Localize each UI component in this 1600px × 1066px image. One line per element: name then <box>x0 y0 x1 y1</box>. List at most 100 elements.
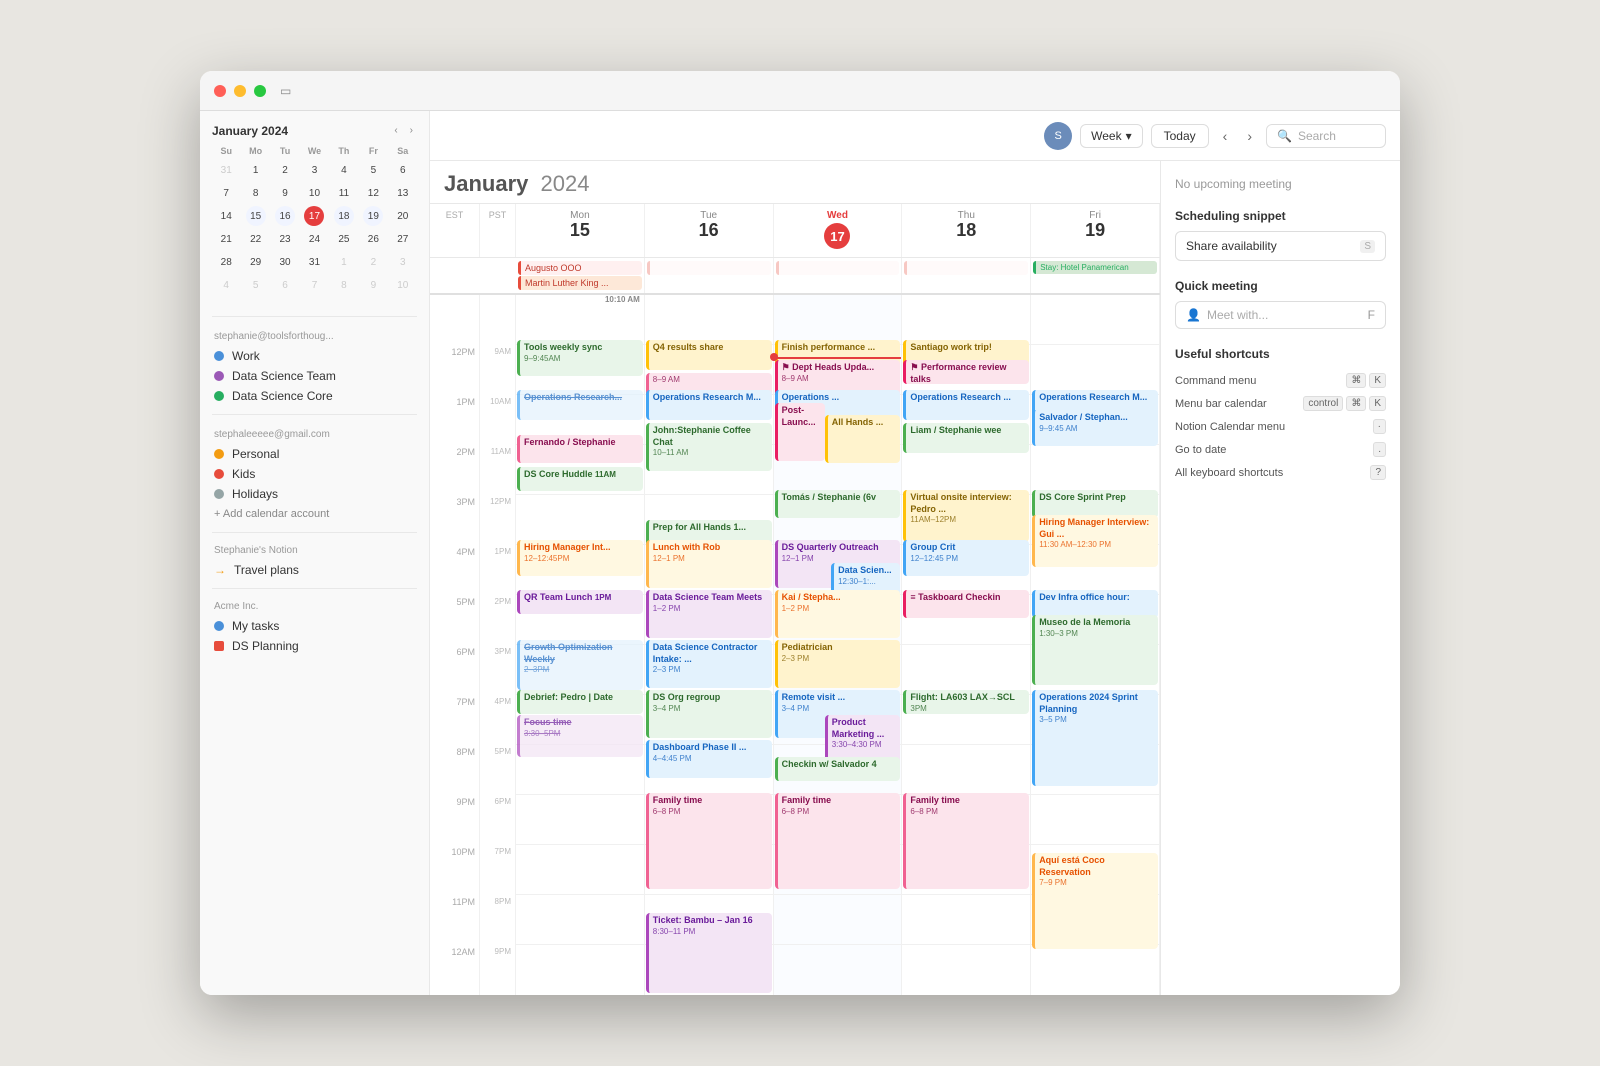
dev-infra-office[interactable]: Dev Infra office hour: <box>1032 590 1158 618</box>
calendar-work[interactable]: Work <box>200 346 429 366</box>
operations-research-mon[interactable]: Operations Research... <box>517 390 643 420</box>
growth-optimization[interactable]: Growth Optimization Weekly 2–3PM <box>517 640 643 690</box>
all-hands[interactable]: All Hands ... <box>825 415 901 463</box>
day-feb8[interactable]: 8 <box>334 275 354 295</box>
checkin-salvador[interactable]: Checkin w/ Salvador 4 <box>775 757 901 781</box>
ticket-bambu[interactable]: Ticket: Bambu – Jan 16 8:30–11 PM <box>646 913 772 993</box>
day-feb10[interactable]: 10 <box>393 275 413 295</box>
taskboard-checkin[interactable]: ≡ Taskboard Checkin <box>903 590 1029 618</box>
group-crit[interactable]: Group Crit 12–12:45 PM <box>903 540 1029 576</box>
calendar-ds-planning[interactable]: DS Planning <box>200 636 429 656</box>
tomas-stephanie[interactable]: Tomás / Stephanie (6v <box>775 490 901 518</box>
day-29[interactable]: 29 <box>246 252 266 272</box>
operations-research-tue[interactable]: Operations Research M... <box>646 390 772 420</box>
day-feb4[interactable]: 4 <box>216 275 236 295</box>
kai-stephanie[interactable]: Kai / Stepha... 1–2 PM <box>775 590 901 638</box>
day-24[interactable]: 24 <box>304 229 324 249</box>
liam-stephanie-wee[interactable]: Liam / Stephanie wee <box>903 423 1029 453</box>
day-20[interactable]: 20 <box>393 206 413 226</box>
augusto-ooo-thu[interactable] <box>904 261 1028 275</box>
day-15[interactable]: 15 <box>246 206 266 226</box>
day-11[interactable]: 11 <box>334 183 354 203</box>
today-button[interactable]: Today <box>1151 124 1209 148</box>
day-16[interactable]: 16 <box>275 206 295 226</box>
day-feb7[interactable]: 7 <box>304 275 324 295</box>
qr-team-lunch[interactable]: QR Team Lunch 1PM <box>517 590 643 614</box>
calendar-my-tasks[interactable]: My tasks <box>200 616 429 636</box>
family-time-tue[interactable]: Family time 6–8 PM <box>646 793 772 889</box>
day-23[interactable]: 23 <box>275 229 295 249</box>
maximize-icon[interactable] <box>254 85 266 97</box>
share-availability-button[interactable]: Share availability S <box>1175 231 1386 261</box>
calendar-holidays[interactable]: Holidays <box>200 484 429 504</box>
tools-weekly-sync[interactable]: Tools weekly sync 9–9:45AM <box>517 340 643 376</box>
day-13[interactable]: 13 <box>393 183 413 203</box>
next-week-button[interactable]: › <box>1241 124 1258 148</box>
day-18[interactable]: 18 <box>334 206 354 226</box>
family-time-thu[interactable]: Family time 6–8 PM <box>903 793 1029 889</box>
ds-team-meets[interactable]: Data Science Team Meets 1–2 PM <box>646 590 772 638</box>
day-28[interactable]: 28 <box>216 252 236 272</box>
hotel-event[interactable]: Stay: Hotel Panamerican <box>1033 261 1157 274</box>
operations-research-thu[interactable]: Operations Research ... <box>903 390 1029 420</box>
debrief-pedro[interactable]: Debrief: Pedro | Date <box>517 690 643 714</box>
sidebar-toggle-icon[interactable]: ▭ <box>280 84 291 98</box>
day-2[interactable]: 2 <box>275 160 295 180</box>
flight-la603[interactable]: Flight: LA603 LAX→SCL 3PM <box>903 690 1029 714</box>
augusto-ooo-tue[interactable] <box>647 261 771 275</box>
augusto-ooo-event[interactable]: Augusto OOO <box>518 261 642 275</box>
q4-results-share[interactable]: Q4 results share <box>646 340 772 370</box>
ds-contractor-intake[interactable]: Data Science Contractor Intake: ... 2–3 … <box>646 640 772 688</box>
day-6[interactable]: 6 <box>393 160 413 180</box>
wed-header-today[interactable]: Wed 17 <box>774 204 903 257</box>
day-12[interactable]: 12 <box>363 183 383 203</box>
day-8[interactable]: 8 <box>246 183 266 203</box>
ds-org-regroup[interactable]: DS Org regroup 3–4 PM <box>646 690 772 738</box>
notion-travel-plans[interactable]: → Travel plans <box>200 560 429 580</box>
john-stephanie-coffee[interactable]: John:Stephanie Coffee Chat 10–11 AM <box>646 423 772 471</box>
day-9[interactable]: 9 <box>275 183 295 203</box>
performance-review-talks[interactable]: ⚑ Performance review talks <box>903 360 1029 384</box>
museo-de-la-memoria[interactable]: Museo de la Memoria 1:30–3 PM <box>1032 615 1158 685</box>
fernando-stephanie[interactable]: Fernando / Stephanie <box>517 435 643 463</box>
day-27[interactable]: 27 <box>393 229 413 249</box>
mon-header[interactable]: Mon 15 <box>516 204 645 257</box>
calendar-personal[interactable]: Personal <box>200 444 429 464</box>
pediatrician[interactable]: Pediatrician 2–3 PM <box>775 640 901 688</box>
day-3[interactable]: 3 <box>304 160 324 180</box>
calendar-ds-core[interactable]: Data Science Core <box>200 386 429 406</box>
day-4[interactable]: 4 <box>334 160 354 180</box>
meet-with-input[interactable]: 👤 Meet with... F <box>1175 301 1386 329</box>
day-5[interactable]: 5 <box>363 160 383 180</box>
minimize-icon[interactable] <box>234 85 246 97</box>
day-19[interactable]: 19 <box>363 206 383 226</box>
day-17-today[interactable]: 17 <box>304 206 324 226</box>
day-feb3[interactable]: 3 <box>393 252 413 272</box>
mini-cal-next[interactable]: › <box>406 123 417 138</box>
tue-header[interactable]: Tue 16 <box>645 204 774 257</box>
calendar-kids[interactable]: Kids <box>200 464 429 484</box>
day-feb9[interactable]: 9 <box>363 275 383 295</box>
post-launch[interactable]: Post-Launc... <box>775 403 825 461</box>
lunch-with-rob[interactable]: Lunch with Rob 12–1 PM <box>646 540 772 588</box>
dashboard-phase-ii[interactable]: Dashboard Phase II ... 4–4:45 PM <box>646 740 772 778</box>
close-icon[interactable] <box>214 85 226 97</box>
prev-week-button[interactable]: ‹ <box>1217 124 1234 148</box>
focus-time[interactable]: Focus time 3:30–5PM <box>517 715 643 757</box>
hiring-manager-int-mon[interactable]: Hiring Manager Int... 12–12:45PM <box>517 540 643 576</box>
day-7[interactable]: 7 <box>216 183 236 203</box>
day-26[interactable]: 26 <box>363 229 383 249</box>
virtual-onsite-interview[interactable]: Virtual onsite interview: Pedro ... 11AM… <box>903 490 1029 542</box>
ds-core-sprint-prep[interactable]: DS Core Sprint Prep <box>1032 490 1158 518</box>
day-10[interactable]: 10 <box>304 183 324 203</box>
fri-header[interactable]: Fri 19 <box>1031 204 1160 257</box>
day-feb5[interactable]: 5 <box>246 275 266 295</box>
view-selector[interactable]: Week ▾ <box>1080 124 1143 148</box>
day-feb1[interactable]: 1 <box>334 252 354 272</box>
add-calendar-button[interactable]: + Add calendar account <box>200 504 429 524</box>
mlk-event[interactable]: Martin Luther King ... <box>518 276 642 290</box>
augusto-ooo-wed[interactable] <box>776 261 900 275</box>
day-21[interactable]: 21 <box>216 229 236 249</box>
day-31[interactable]: 31 <box>216 160 236 180</box>
day-22[interactable]: 22 <box>246 229 266 249</box>
